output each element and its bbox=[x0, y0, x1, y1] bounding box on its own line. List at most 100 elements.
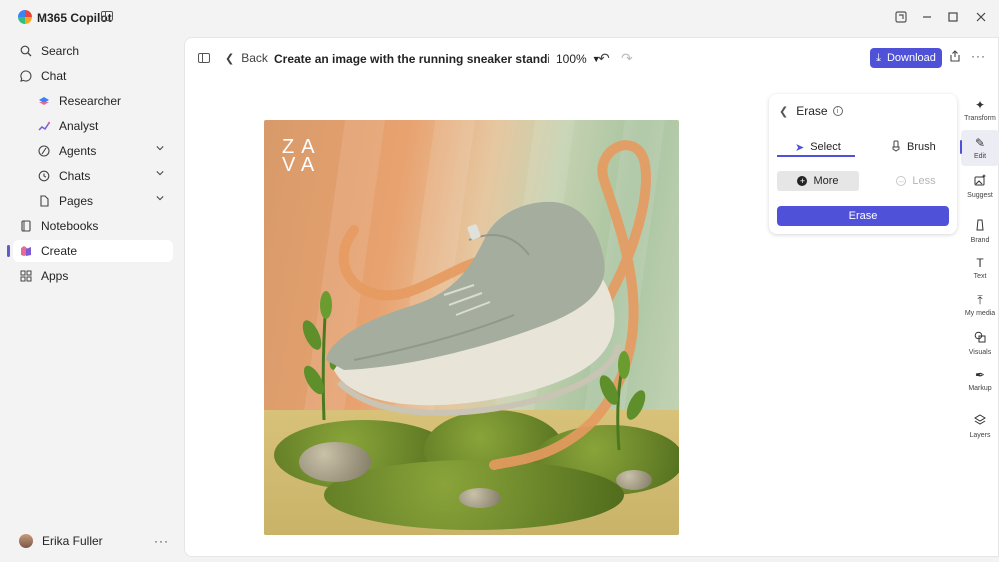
pencil-icon: ✎ bbox=[974, 136, 986, 150]
brush-icon bbox=[891, 140, 901, 155]
avatar bbox=[19, 534, 33, 548]
sneaker-illustration bbox=[302, 140, 651, 470]
copilot-logo-icon bbox=[18, 10, 32, 24]
sidebar-item-label: Chats bbox=[59, 169, 91, 183]
chevron-down-icon[interactable] bbox=[156, 169, 164, 177]
upload-icon: ⤒ bbox=[977, 293, 983, 307]
sidebar-item-create[interactable]: Create bbox=[13, 240, 173, 262]
rail-markup[interactable]: ✒ Markup bbox=[961, 362, 999, 398]
sidebar-item-label: Apps bbox=[41, 269, 69, 283]
close-icon[interactable] bbox=[973, 9, 989, 25]
rail-my-media[interactable]: ⤒ My media bbox=[961, 287, 999, 323]
chat-icon bbox=[19, 69, 33, 83]
image-sparkle-icon bbox=[974, 173, 986, 189]
chevron-down-icon[interactable] bbox=[156, 144, 164, 152]
create-icon bbox=[19, 244, 33, 258]
rail-layers[interactable]: Layers bbox=[961, 408, 999, 444]
maximize-icon[interactable] bbox=[945, 9, 961, 25]
rail-brand[interactable]: Brand bbox=[961, 213, 999, 249]
rail-active-indicator bbox=[960, 140, 962, 154]
sidebar-item-chats[interactable]: Chats bbox=[37, 165, 167, 187]
undo-icon[interactable]: ↶ bbox=[598, 50, 610, 67]
document-title: Create an image with the running sneaker… bbox=[274, 52, 549, 66]
rail-label: Transform bbox=[964, 115, 996, 122]
download-button[interactable]: ⤓ Download bbox=[870, 48, 942, 68]
chevron-down-icon[interactable] bbox=[156, 194, 164, 202]
more-options-icon[interactable]: ··· bbox=[154, 534, 169, 548]
rail-label: Visuals bbox=[968, 348, 992, 356]
researcher-icon bbox=[37, 94, 51, 108]
tab-label: Select bbox=[810, 141, 841, 153]
sidebar-toggle-icon[interactable] bbox=[101, 11, 113, 21]
user-name: Erika Fuller bbox=[42, 534, 103, 548]
rail-label: Text bbox=[973, 273, 987, 280]
tab-underline bbox=[777, 155, 855, 157]
sidebar-item-analyst[interactable]: Analyst bbox=[37, 115, 98, 137]
rail-suggest[interactable]: Suggest bbox=[961, 168, 999, 204]
share-icon[interactable] bbox=[949, 50, 961, 65]
snap-layout-icon[interactable] bbox=[893, 9, 909, 25]
sidebar-item-chat[interactable]: Chat bbox=[19, 65, 66, 87]
zoom-dropdown[interactable]: 100% ▼ bbox=[556, 52, 601, 66]
rail-edit[interactable]: ✎ Edit bbox=[960, 130, 999, 166]
add-circle-icon: + bbox=[797, 176, 808, 186]
less-button[interactable]: – Less bbox=[875, 171, 957, 191]
editor-toolbar: ❮ Back Create an image with the running … bbox=[185, 38, 998, 82]
sidebar-item-pages[interactable]: Pages bbox=[37, 190, 167, 212]
panel-toggle-icon[interactable] bbox=[198, 53, 210, 63]
search-icon bbox=[19, 44, 33, 58]
markup-pen-icon: ✒ bbox=[974, 368, 986, 382]
brand-icon bbox=[974, 219, 986, 234]
less-label: Less bbox=[912, 175, 936, 187]
panel-title: Erase bbox=[796, 104, 828, 118]
agents-icon bbox=[37, 144, 51, 158]
rail-text[interactable]: T Text bbox=[961, 250, 999, 286]
zava-logo: ZA VA bbox=[282, 137, 322, 176]
back-label: Back bbox=[241, 51, 268, 65]
more-button[interactable]: + More bbox=[777, 171, 859, 191]
chevron-left-icon[interactable]: ❮ bbox=[779, 105, 788, 118]
minimize-icon[interactable] bbox=[919, 9, 935, 25]
erase-panel-header: ❮ Erase i bbox=[779, 104, 843, 118]
download-label: Download bbox=[886, 52, 936, 64]
sidebar: Search Chat Researcher Analyst Agents Ch… bbox=[0, 36, 182, 562]
rail-visuals[interactable]: Visuals bbox=[961, 325, 999, 361]
main-panel: ❮ Back Create an image with the running … bbox=[184, 37, 999, 557]
history-icon bbox=[37, 169, 51, 183]
logo-line: VA bbox=[282, 154, 322, 176]
sidebar-item-label: Notebooks bbox=[41, 219, 99, 233]
back-button[interactable]: ❮ Back bbox=[225, 51, 268, 65]
sparkle-icon: ✦ bbox=[974, 98, 986, 112]
shapes-icon bbox=[974, 331, 986, 346]
rail-label: My media bbox=[964, 310, 996, 317]
cursor-sparkle-icon: ➤ bbox=[795, 141, 805, 154]
generated-image[interactable]: ZA VA bbox=[264, 120, 679, 535]
sidebar-item-label: Create bbox=[41, 244, 78, 258]
sidebar-item-apps[interactable]: Apps bbox=[19, 265, 68, 287]
rail-label: Markup bbox=[968, 385, 992, 392]
sidebar-item-search[interactable]: Search bbox=[19, 40, 79, 62]
more-label: More bbox=[813, 175, 839, 187]
erase-button[interactable]: Erase bbox=[777, 206, 949, 226]
erase-panel: ❮ Erase i ➤ Select Brush + More – Less E… bbox=[769, 94, 957, 234]
sidebar-item-label: Agents bbox=[59, 144, 97, 158]
chevron-left-icon: ❮ bbox=[225, 52, 235, 65]
rail-label: Layers bbox=[969, 431, 991, 439]
info-icon[interactable]: i bbox=[832, 106, 843, 116]
redo-icon[interactable]: ↷ bbox=[621, 50, 633, 67]
sidebar-item-notebooks[interactable]: Notebooks bbox=[19, 215, 98, 237]
rail-label: Brand bbox=[970, 236, 990, 244]
notebook-icon bbox=[19, 219, 33, 233]
sidebar-item-label: Researcher bbox=[59, 94, 122, 108]
sidebar-item-label: Pages bbox=[59, 194, 94, 208]
rail-label: Edit bbox=[973, 153, 987, 160]
sidebar-item-researcher[interactable]: Researcher bbox=[37, 90, 121, 112]
tab-select[interactable]: ➤ Select bbox=[795, 137, 841, 157]
rail-transform[interactable]: ✦ Transform bbox=[961, 92, 999, 128]
more-icon[interactable]: ··· bbox=[971, 49, 986, 63]
sidebar-item-agents[interactable]: Agents bbox=[37, 140, 167, 162]
user-profile[interactable]: Erika Fuller bbox=[19, 534, 103, 548]
tab-brush[interactable]: Brush bbox=[891, 137, 936, 157]
sidebar-item-label: Chat bbox=[41, 69, 67, 83]
sidebar-item-label: Analyst bbox=[59, 119, 99, 133]
